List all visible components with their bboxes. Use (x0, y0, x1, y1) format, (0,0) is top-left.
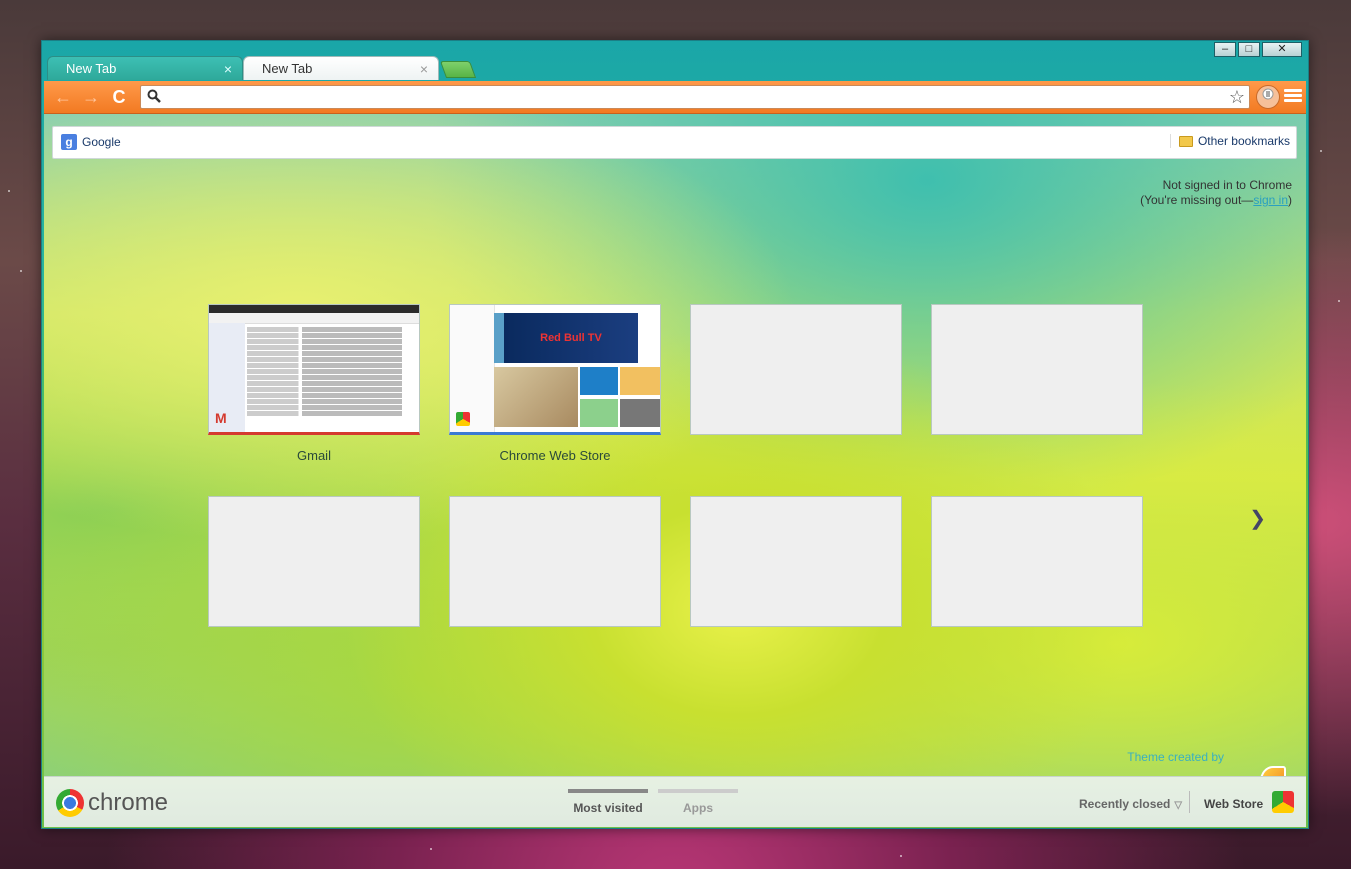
tab-label: New Tab (262, 61, 313, 76)
close-window-button[interactable]: ✕ (1262, 42, 1302, 57)
signin-prefix: (You're missing out— (1140, 193, 1254, 207)
gmail-icon: M (215, 410, 227, 426)
thumbnail-empty (690, 304, 902, 435)
menu-icon[interactable] (1284, 87, 1302, 107)
thumbnail-empty (931, 496, 1143, 627)
web-store-link[interactable]: Web Store (1204, 797, 1263, 811)
signin-promo: Not signed in to Chrome (You're missing … (1140, 178, 1292, 208)
ntp-footer: chrome Most visited Apps Recently closed… (44, 776, 1306, 827)
search-icon (147, 89, 161, 106)
reload-icon[interactable]: C (108, 86, 130, 108)
desktop-star (1338, 300, 1340, 302)
new-tab-button[interactable] (439, 61, 477, 78)
footer-divider (1189, 791, 1190, 813)
chrome-wordmark: chrome (88, 789, 169, 816)
window-controls: – □ ✕ (1212, 42, 1302, 57)
forward-arrow-icon[interactable]: → (80, 86, 102, 108)
thumbnail-gmail[interactable]: M (208, 304, 420, 435)
other-bookmarks[interactable]: Other bookmarks (1169, 134, 1290, 148)
bookmark-star-icon[interactable]: ☆ (1229, 87, 1245, 108)
browser-window: – □ ✕ New Tab × New Tab × ← → C ☆ g Goog… (41, 40, 1309, 829)
web-store-icon (456, 412, 470, 426)
toolbar: ← → C ☆ (44, 81, 1306, 114)
desktop-star (8, 190, 10, 192)
tab-apps[interactable]: Apps (658, 789, 738, 815)
next-page-chevron-icon[interactable]: ❯ (1249, 506, 1266, 531)
thumbnail-empty (690, 496, 902, 627)
bookmarks-bar: g Google Other bookmarks (52, 126, 1297, 159)
tab-close-icon[interactable]: × (420, 57, 428, 81)
desktop-star (900, 855, 902, 857)
chevron-down-icon: ▽ (1174, 800, 1183, 811)
chrome-brand: chrome (56, 789, 168, 817)
theme-credit: Theme created by (1127, 750, 1224, 764)
minimize-button[interactable]: – (1214, 42, 1236, 57)
web-store-icon[interactable] (1272, 791, 1294, 813)
tab-new-tab-2[interactable]: New Tab × (243, 56, 439, 80)
omnibox-input[interactable] (167, 88, 1221, 108)
thumbnail-chrome-web-store[interactable]: Red Bull TV (449, 304, 661, 435)
recently-closed-menu[interactable]: Recently closed ▽ (1079, 797, 1182, 811)
maximize-button[interactable]: □ (1238, 42, 1260, 57)
omnibox[interactable]: ☆ (140, 85, 1250, 109)
recently-closed-label: Recently closed (1079, 797, 1171, 811)
signin-link[interactable]: sign in (1253, 193, 1288, 207)
tab-most-visited[interactable]: Most visited (568, 789, 648, 815)
desktop-star (430, 848, 432, 850)
theme-creator-logo-icon[interactable] (1260, 766, 1286, 776)
desktop-star (20, 270, 22, 272)
tab-new-tab-1[interactable]: New Tab × (47, 56, 243, 80)
other-bookmarks-label: Other bookmarks (1197, 134, 1290, 148)
tab-close-icon[interactable]: × (224, 57, 232, 81)
signin-suffix: ) (1288, 193, 1292, 207)
signin-line2: (You're missing out—sign in) (1140, 193, 1292, 208)
bookmark-google[interactable]: g Google (61, 134, 121, 150)
tab-strip: New Tab × New Tab × (47, 56, 647, 80)
cws-banner: Red Bull TV (504, 313, 638, 363)
bookmark-label: Google (82, 135, 121, 149)
extension-icon[interactable] (1256, 85, 1280, 109)
signin-line1: Not signed in to Chrome (1162, 178, 1292, 192)
tile-title-chrome-web-store[interactable]: Chrome Web Store (449, 448, 661, 463)
tile-title-gmail[interactable]: Gmail (208, 448, 420, 463)
google-icon: g (61, 134, 77, 150)
folder-icon (1178, 135, 1193, 147)
desktop-star (1320, 150, 1322, 152)
new-tab-page: g Google Other bookmarks Not signed in t… (44, 114, 1306, 776)
back-arrow-icon[interactable]: ← (52, 86, 74, 108)
chrome-logo-icon (56, 789, 84, 817)
thumbnail-empty (931, 304, 1143, 435)
thumbnail-empty (208, 496, 420, 627)
tab-label: New Tab (66, 61, 117, 76)
thumbnail-empty (449, 496, 661, 627)
